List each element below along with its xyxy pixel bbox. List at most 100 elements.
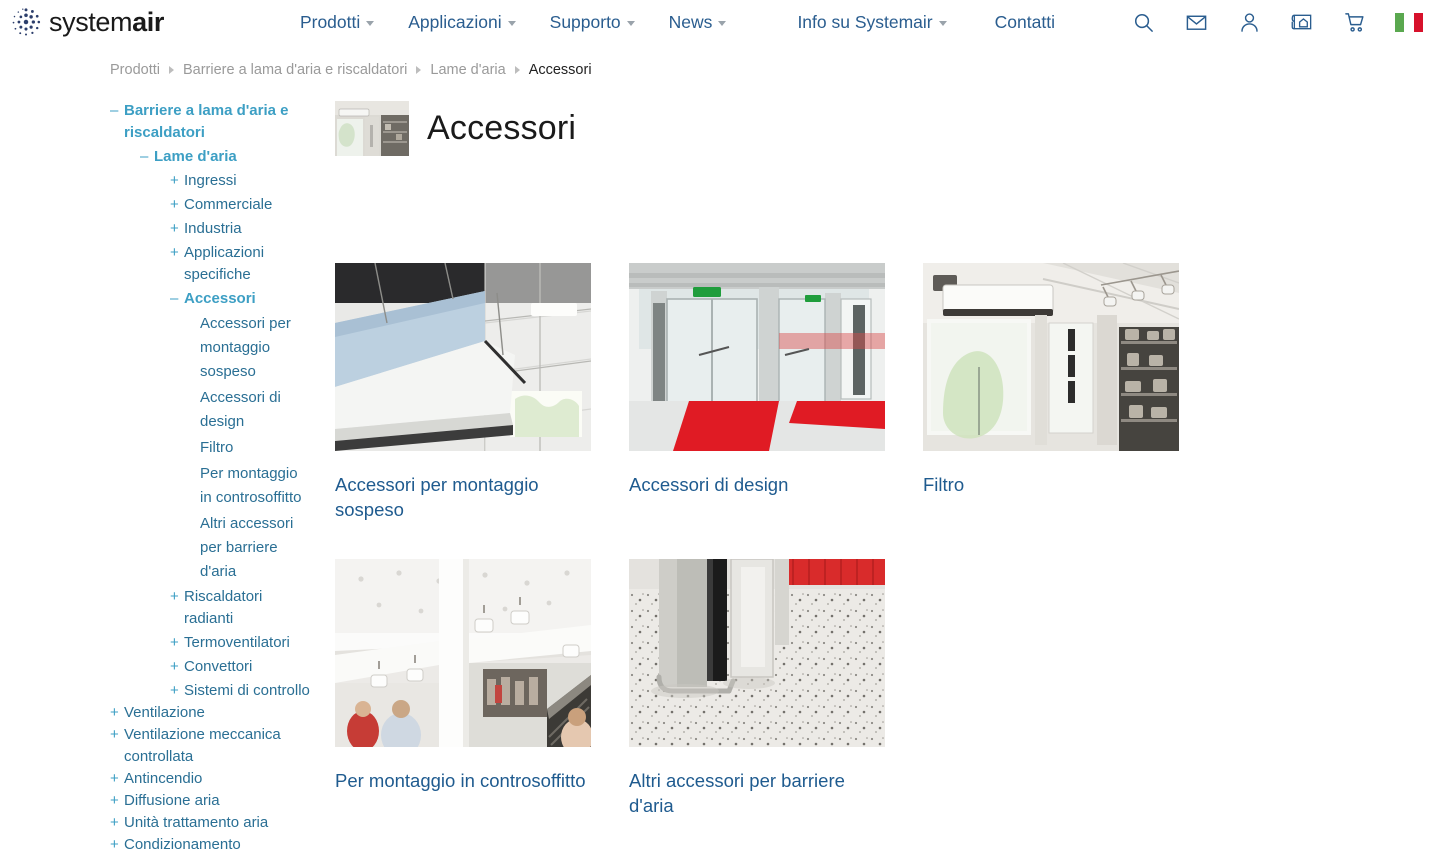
nav-label: Applicazioni [408, 11, 502, 32]
logo-wordmark: systemair [49, 6, 164, 37]
search-icon[interactable] [1130, 9, 1156, 35]
sidebar-item-label: Diffusione aria [124, 792, 220, 809]
expand-plus-icon: + [170, 244, 179, 261]
expand-plus-icon: + [110, 726, 119, 743]
sidebar-item-condizionamento[interactable]: + Condizionamento [110, 834, 310, 856]
sidebar-item-label: Applicazioni specifiche [184, 244, 265, 283]
sidebar-item-industria[interactable]: + Industria [170, 218, 310, 240]
nav-label: News [668, 11, 713, 32]
sidebar-item-ingressi[interactable]: + Ingressi [170, 170, 310, 192]
breadcrumb-item-prodotti[interactable]: Prodotti [110, 62, 160, 78]
page-header: Accessori [335, 86, 1377, 171]
sidebar-item-altri-accessori-per-barriere-daria[interactable]: Altri accessori per barriere d'aria [200, 512, 310, 584]
product-card[interactable]: Altri accessori per barriere d'aria [629, 558, 885, 818]
sidebar-item-termoventilatori[interactable]: + Termoventilatori [170, 632, 310, 654]
sidebar-item-per-montaggio-in-controsoffitto[interactable]: Per montaggio in controsoffitto [200, 462, 310, 510]
collapse-minus-icon: – [110, 102, 119, 119]
sidebar-item-accessori-per-montaggio-sospeso[interactable]: Accessori per montaggio sospeso [200, 312, 310, 384]
floor-mounted-column-photo [629, 558, 885, 747]
sidebar-item-commerciale[interactable]: + Commerciale [170, 194, 310, 216]
nav-item-prodotti[interactable]: Prodotti [283, 8, 391, 37]
expand-plus-icon: + [170, 682, 179, 699]
sidebar-item-label: Filtro [200, 439, 234, 456]
page-body: – Barriere a lama d'aria e riscaldatori … [0, 98, 1437, 856]
nav-item-applicazioni[interactable]: Applicazioni [391, 8, 532, 37]
sidebar-item-label: Ventilazione [124, 704, 205, 721]
sidebar-item-label: Accessori di design [200, 389, 281, 430]
sidebar-item-label: Accessori [184, 290, 256, 307]
sidebar-item-label: Accessori per montaggio sospeso [200, 315, 291, 380]
breadcrumb-item-accessori: Accessori [528, 62, 592, 78]
product-card[interactable]: Filtro [923, 262, 1179, 522]
suspended-mounting-air-curtain-photo [335, 262, 591, 451]
sidebar-item-label: Altri accessori per barriere d'aria [200, 515, 294, 580]
sidebar-item-label: Ventilazione meccanica controllata [124, 726, 281, 765]
nav-label: Supporto [549, 11, 621, 32]
expand-plus-icon: + [170, 196, 179, 213]
expand-plus-icon: + [110, 792, 119, 809]
blueprint-icon[interactable] [1289, 9, 1315, 35]
main-navigation: Prodotti Applicazioni Supporto News Info… [283, 8, 1072, 37]
sidebar-item-label: Ingressi [184, 172, 237, 189]
sidebar-item-label: Commerciale [184, 196, 273, 213]
mall-escalator-ceiling-photo [335, 558, 591, 747]
sidebar-item-riscaldatori-radianti[interactable]: + Riscaldatori radianti [170, 586, 310, 630]
chevron-down-icon [366, 20, 375, 26]
sidebar-top-level-group: + Ventilazione + Ventilazione meccanica … [110, 702, 310, 856]
sidebar-item-label: Termoventilatori [184, 634, 290, 651]
product-card[interactable]: Accessori di design [629, 262, 885, 522]
user-account-icon[interactable] [1236, 9, 1262, 35]
sidebar-item-barriere-a-lama-daria-e-riscaldatori[interactable]: – Barriere a lama d'aria e riscaldatori [110, 100, 310, 144]
site-logo[interactable]: systemair [10, 6, 164, 38]
collapse-minus-icon: – [170, 290, 179, 307]
nav-item-supporto[interactable]: Supporto [533, 8, 652, 37]
expand-plus-icon: + [110, 704, 119, 721]
sidebar-item-sistemi-di-controllo[interactable]: + Sistemi di controllo [170, 680, 310, 702]
product-card[interactable]: Per montaggio in controsoffitto [335, 558, 591, 818]
sidebar-item-label: Riscaldatori radianti [184, 588, 263, 627]
nav-item-info-su-systemair[interactable]: Info su Systemair [780, 8, 963, 37]
product-card-title: Filtro [923, 473, 965, 495]
nav-item-news[interactable]: News [652, 8, 744, 37]
breadcrumb-separator-icon [416, 66, 422, 74]
sidebar-item-ventilazione[interactable]: + Ventilazione [110, 702, 310, 724]
sidebar-item-label: Unità trattamento aria [124, 814, 269, 831]
sidebar-item-ventilazione-meccanica-controllata[interactable]: + Ventilazione meccanica controllata [110, 724, 310, 768]
sidebar-item-convettori[interactable]: + Convettori [170, 656, 310, 678]
sidebar-item-label: Condizionamento [124, 836, 241, 853]
sidebar-item-label: Convettori [184, 658, 253, 675]
expand-plus-icon: + [170, 220, 179, 237]
sidebar-item-applicazioni-specifiche[interactable]: + Applicazioni specifiche [170, 242, 310, 286]
expand-plus-icon: + [170, 634, 179, 651]
chevron-down-icon [626, 20, 635, 26]
shop-interior-air-curtain-photo [923, 262, 1179, 451]
mail-icon[interactable] [1183, 9, 1209, 35]
sidebar-item-diffusione-aria[interactable]: + Diffusione aria [110, 790, 310, 812]
product-card-title: Accessori di design [629, 473, 789, 495]
main-content: Accessori Accessori per montaggio sospes… [310, 98, 1437, 856]
sidebar-item-label: Barriere a lama d'aria e riscaldatori [124, 102, 289, 141]
header-icon-bar [1130, 0, 1423, 44]
product-card[interactable]: Accessori per montaggio sospeso [335, 262, 591, 522]
product-card-title: Accessori per montaggio sospeso [335, 473, 539, 520]
sidebar-item-accessori[interactable]: – Accessori [170, 288, 310, 310]
sidebar-item-filtro[interactable]: Filtro [200, 436, 310, 460]
breadcrumb-item-barriere[interactable]: Barriere a lama d'aria e riscaldatori [183, 62, 407, 78]
breadcrumb-item-lame-daria[interactable]: Lame d'aria [430, 62, 505, 78]
sidebar-item-antincendio[interactable]: + Antincendio [110, 768, 310, 790]
sidebar-item-label: Sistemi di controllo [184, 682, 310, 699]
sidebar-item-unita-trattamento-aria[interactable]: + Unità trattamento aria [110, 812, 310, 834]
sidebar-item-accessori-di-design[interactable]: Accessori di design [200, 386, 310, 434]
italy-flag-icon[interactable] [1395, 12, 1423, 32]
product-card-title: Altri accessori per barriere d'aria [629, 769, 845, 816]
site-header: systemair Prodotti Applicazioni Supporto… [0, 0, 1437, 44]
breadcrumb-separator-icon [514, 66, 520, 74]
page-title: Accessori [427, 108, 577, 147]
expand-plus-icon: + [170, 588, 179, 605]
nav-label: Prodotti [299, 11, 361, 32]
expand-plus-icon: + [110, 836, 119, 853]
nav-item-contatti[interactable]: Contatti [978, 8, 1072, 37]
shopping-cart-icon[interactable] [1342, 9, 1368, 35]
sidebar-item-label: Industria [184, 220, 242, 237]
sidebar-item-lame-daria[interactable]: – Lame d'aria [140, 146, 310, 168]
